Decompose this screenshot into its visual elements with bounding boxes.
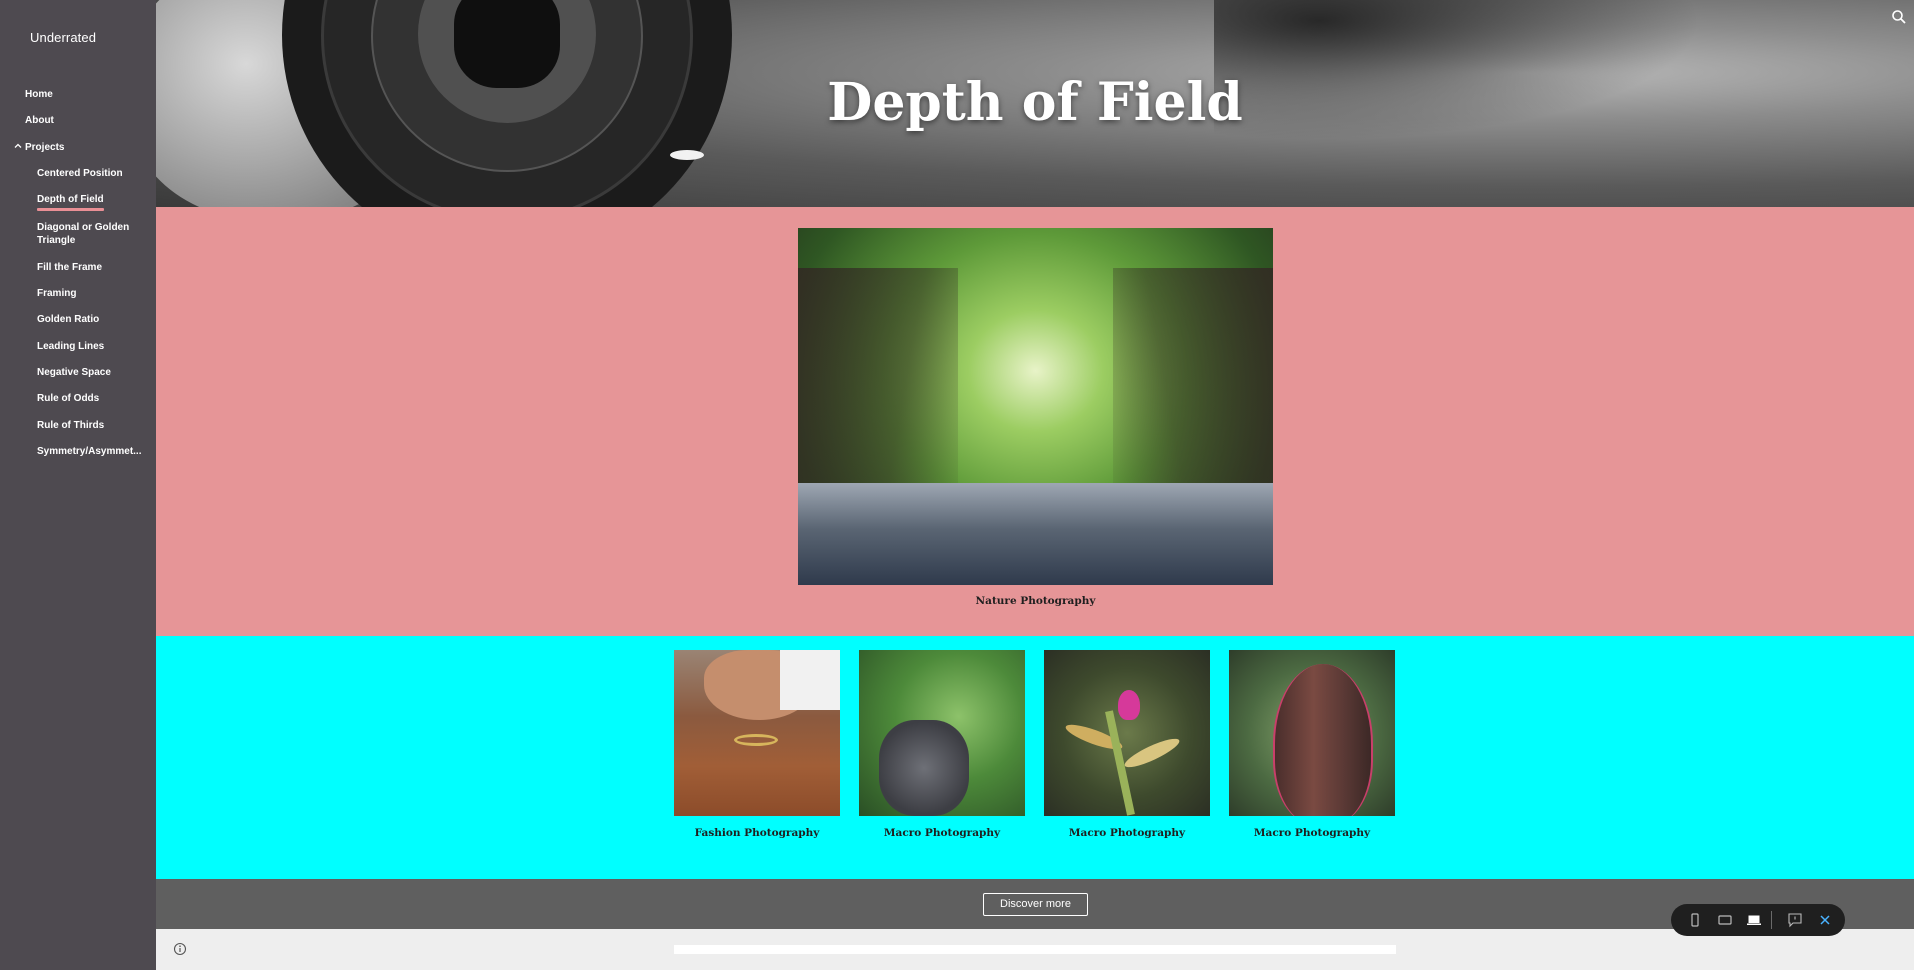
nav-item-framing[interactable]: Framing bbox=[0, 287, 86, 300]
nav-item-home[interactable]: Home bbox=[0, 88, 53, 101]
nav-item-centered-position[interactable]: Centered Position bbox=[0, 167, 133, 180]
bottom-bar bbox=[156, 929, 1914, 970]
nav-label: Leading Lines bbox=[37, 341, 105, 352]
toolbar-divider bbox=[1771, 911, 1772, 929]
nav-label: Rule of Thirds bbox=[37, 420, 105, 431]
gallery-caption: Macro Photography bbox=[883, 827, 1001, 839]
footer-section: Discover more bbox=[156, 879, 1914, 929]
nav-label: Depth of Field bbox=[37, 194, 104, 211]
close-icon[interactable] bbox=[1816, 911, 1834, 929]
photo-shirt bbox=[780, 650, 840, 710]
nav-item-about[interactable]: About bbox=[0, 114, 54, 127]
nav-item-rule-of-odds[interactable]: Rule of Odds bbox=[0, 392, 109, 405]
nav-label: Home bbox=[25, 89, 53, 100]
nav-item-golden-ratio[interactable]: Golden Ratio bbox=[0, 313, 109, 326]
nav-label: Symmetry/Asymmet... bbox=[37, 446, 142, 457]
gallery-image-macro-plant bbox=[1229, 650, 1395, 816]
photo-bridge-path bbox=[798, 483, 1273, 585]
photo-ring bbox=[734, 734, 778, 746]
search-icon[interactable] bbox=[1890, 8, 1908, 26]
discover-more-button[interactable]: Discover more bbox=[983, 893, 1088, 916]
nav-item-diagonal-golden-triangle[interactable]: Diagonal or Golden Triangle bbox=[0, 221, 140, 247]
horizontal-scrollbar[interactable] bbox=[674, 945, 1396, 954]
chevron-up-icon[interactable] bbox=[13, 141, 23, 151]
nav-label: Golden Ratio bbox=[37, 314, 100, 325]
lens-glint bbox=[670, 150, 704, 160]
nav-item-symmetry[interactable]: Symmetry/Asymmet... bbox=[0, 445, 152, 458]
nav-label: Negative Space bbox=[37, 367, 111, 378]
gallery-caption: Macro Photography bbox=[1253, 827, 1371, 839]
nav-item-rule-of-thirds[interactable]: Rule of Thirds bbox=[0, 419, 114, 432]
gallery-image-macro-leaf bbox=[859, 650, 1025, 816]
feedback-icon[interactable] bbox=[1786, 911, 1804, 929]
photo-bud bbox=[1118, 690, 1140, 720]
preview-toolbar bbox=[1671, 904, 1845, 936]
nav-label: Rule of Odds bbox=[37, 393, 100, 404]
nav-item-fill-the-frame[interactable]: Fill the Frame bbox=[0, 261, 112, 274]
site-title[interactable]: Underrated bbox=[30, 30, 96, 45]
nav-label: Fill the Frame bbox=[37, 262, 103, 273]
laptop-icon[interactable] bbox=[1745, 911, 1763, 929]
hero-banner: Depth of Field bbox=[156, 0, 1914, 207]
gallery-caption: Macro Photography bbox=[1068, 827, 1186, 839]
nature-photo bbox=[798, 228, 1273, 585]
nav-label: About bbox=[25, 115, 54, 126]
page-title: Depth of Field bbox=[827, 72, 1243, 133]
nav-item-leading-lines[interactable]: Leading Lines bbox=[0, 340, 114, 353]
photo-rock bbox=[879, 720, 969, 816]
nav-label: Framing bbox=[37, 288, 77, 299]
nav-item-projects[interactable]: Projects bbox=[0, 141, 64, 154]
gallery-caption: Fashion Photography bbox=[694, 827, 820, 839]
nav-item-negative-space[interactable]: Negative Space bbox=[0, 366, 121, 379]
tablet-icon[interactable] bbox=[1716, 911, 1734, 929]
featured-section: Nature Photography bbox=[156, 207, 1914, 636]
nav-label: Projects bbox=[25, 142, 65, 153]
phone-icon[interactable] bbox=[1686, 911, 1704, 929]
photo-leaf bbox=[1273, 664, 1373, 816]
info-icon[interactable] bbox=[173, 942, 187, 956]
photo-leaf bbox=[1121, 733, 1183, 773]
nav-item-depth-of-field[interactable]: Depth of Field bbox=[0, 193, 114, 211]
sidebar: Underrated Home About Projects Centered … bbox=[0, 0, 156, 970]
gallery-section: Fashion Photography Macro Photography Ma… bbox=[156, 636, 1914, 879]
main-photo-caption: Nature Photography bbox=[975, 595, 1096, 607]
gallery-image-macro-bud bbox=[1044, 650, 1210, 816]
gallery-image-fashion bbox=[674, 650, 840, 816]
nav-label: Centered Position bbox=[37, 168, 123, 179]
nav-label: Diagonal or Golden Triangle bbox=[37, 222, 130, 246]
